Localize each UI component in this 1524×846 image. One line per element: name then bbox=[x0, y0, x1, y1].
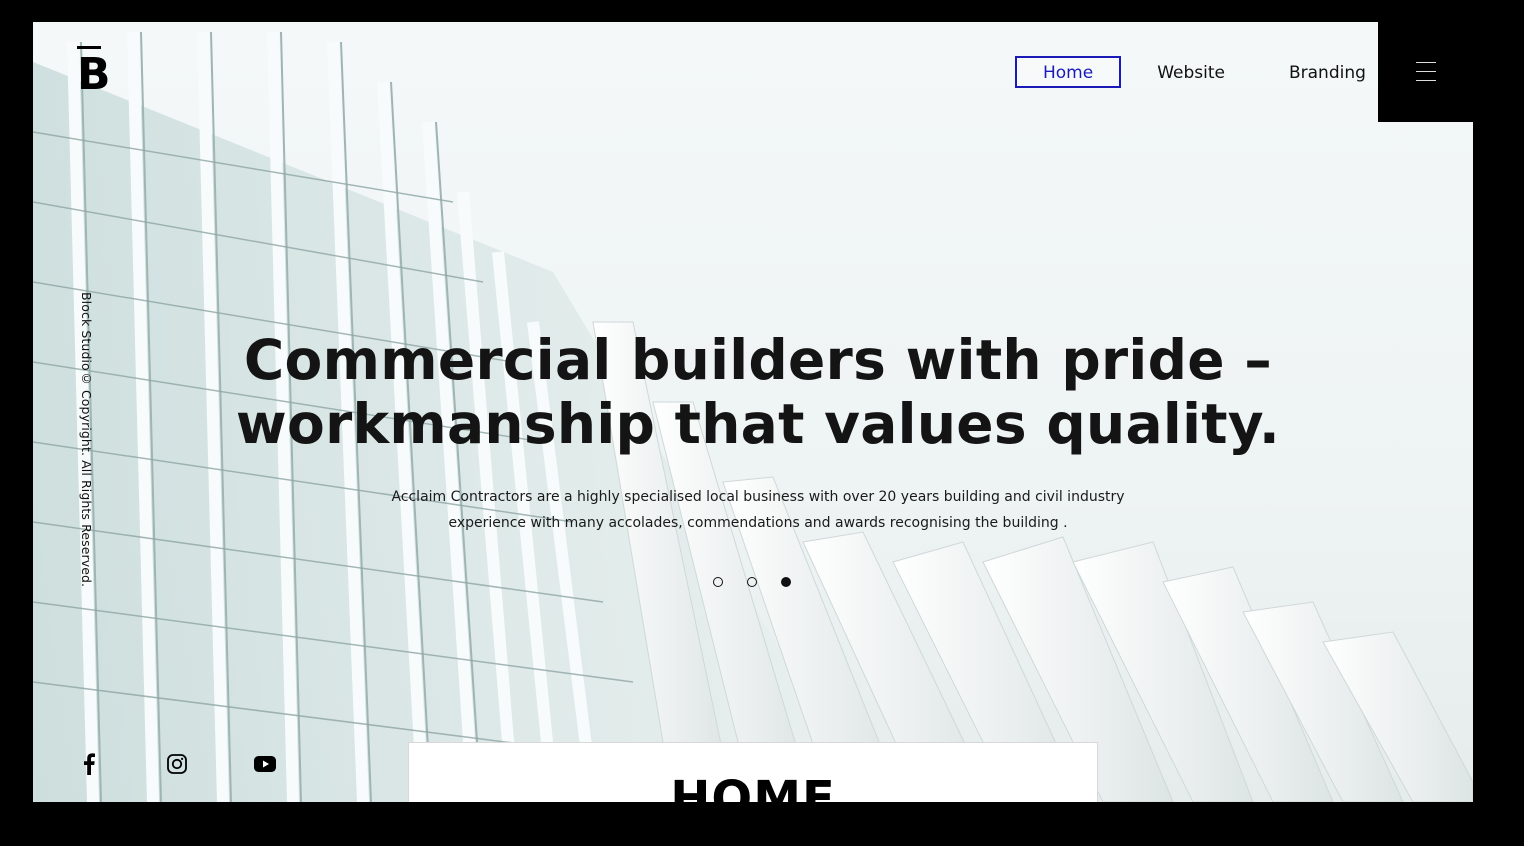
hero-title-line-2: workmanship that values quality. bbox=[235, 392, 1281, 456]
menu-button[interactable] bbox=[1378, 22, 1473, 122]
slider-dots bbox=[713, 577, 815, 587]
logo-letter: B bbox=[77, 49, 111, 100]
slider-dot-3[interactable] bbox=[781, 577, 791, 587]
hero-title: Commercial builders with pride – workman… bbox=[233, 328, 1283, 456]
main-nav: Home Website Branding bbox=[1015, 56, 1402, 88]
social-links bbox=[77, 752, 341, 776]
instagram-icon[interactable] bbox=[165, 752, 189, 776]
slider-dot-2[interactable] bbox=[747, 577, 757, 587]
hamburger-icon bbox=[1415, 62, 1436, 82]
slider-dot-1[interactable] bbox=[713, 577, 723, 587]
page-frame: B Home Website Branding Block Studio© Co… bbox=[33, 22, 1473, 802]
nav-item-website[interactable]: Website bbox=[1129, 56, 1253, 88]
copyright-text: Block Studio© Copyright. All Rights Rese… bbox=[79, 292, 94, 588]
nav-item-home[interactable]: Home bbox=[1015, 56, 1122, 88]
hero-title-line-1: Commercial builders with pride – bbox=[243, 328, 1273, 392]
nav-item-branding[interactable]: Branding bbox=[1261, 56, 1394, 88]
hero-subtitle-line-1: Acclaim Contractors are a highly special… bbox=[391, 489, 1125, 505]
hero-subtitle-line-2: experience with many accolades, commenda… bbox=[448, 515, 1068, 531]
youtube-icon[interactable] bbox=[253, 752, 277, 776]
hero-subtitle: Acclaim Contractors are a highly special… bbox=[363, 484, 1153, 536]
section-title: HOME bbox=[670, 771, 836, 802]
section-card: HOME bbox=[408, 742, 1098, 802]
logo[interactable]: B bbox=[77, 46, 111, 98]
facebook-icon[interactable] bbox=[77, 752, 101, 776]
